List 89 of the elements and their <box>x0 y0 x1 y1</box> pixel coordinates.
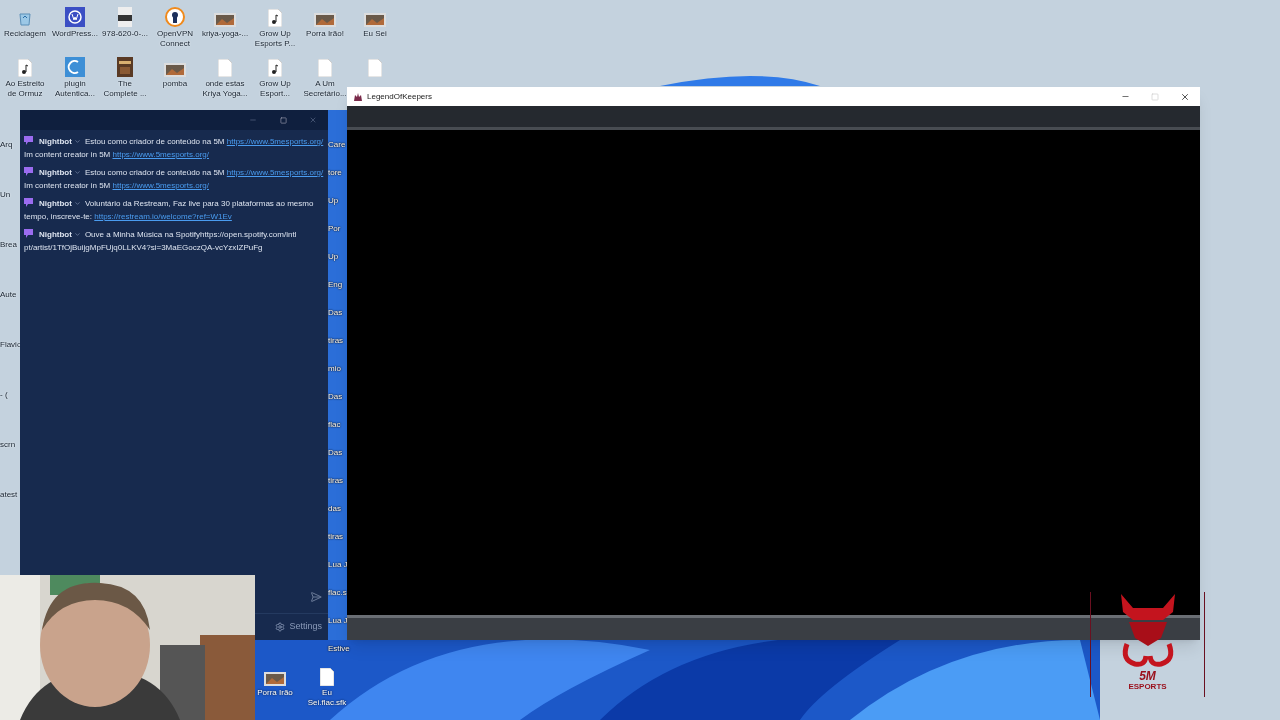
icon-label: tore <box>328 168 342 178</box>
icon-label: das <box>328 504 341 514</box>
chevron-down-icon <box>73 138 81 146</box>
icon-label: Arq <box>0 140 13 150</box>
icon-label: Das <box>328 392 343 402</box>
icon-label: Aute <box>0 290 17 300</box>
link[interactable]: https://www.5mesports.org/ <box>226 168 324 177</box>
icon-label[interactable]: onde estas Kriya Yoga... <box>200 79 250 99</box>
send-button[interactable] <box>310 590 322 603</box>
icon-label[interactable]: kriya-yoga-... <box>201 29 249 39</box>
document-icon <box>218 59 232 77</box>
icon-label[interactable]: WordPress... <box>51 29 99 39</box>
minimize-icon <box>249 116 257 124</box>
link[interactable]: https://www.5mesports.org/ <box>226 137 324 146</box>
maximize-icon <box>1151 92 1159 101</box>
vpn-icon <box>165 7 185 27</box>
logo-subtitle: ESPORTS <box>1128 682 1167 693</box>
icon-label[interactable]: OpenVPN Connect <box>150 29 200 49</box>
icon-label[interactable]: Reciclagem <box>4 29 46 39</box>
chevron-down-icon <box>73 200 81 208</box>
link[interactable]: https://www.5mesports.org/ <box>112 149 209 159</box>
chat-message: Nightbot Voluntário da Restream, Faz live para 30 plataformas ao mesmo tempo, inscreve-te: https://restream.io/welcome?ref=W1Ev <box>24 198 315 223</box>
link[interactable]: https://www.5mesports.org/ <box>112 180 209 190</box>
icon-label[interactable]: Porra Irão! <box>306 29 344 39</box>
app-icon <box>65 57 85 77</box>
photo-file-icon <box>314 13 336 27</box>
icon-label: tiras <box>328 476 344 486</box>
audio-file-icon <box>268 9 282 27</box>
icon-label[interactable]: Grow Up Esport... <box>250 79 300 99</box>
icon-label: Lua J <box>328 560 348 570</box>
audio-file-icon <box>268 59 282 77</box>
icon-label: Up <box>328 252 339 262</box>
icon-label[interactable]: Grow Up Esports P... <box>250 29 300 49</box>
icon-label[interactable]: Eu Sei <box>363 29 387 39</box>
icon-label: Up <box>328 196 339 206</box>
icon-label: atest <box>0 490 18 500</box>
icon-label: flac.s <box>328 588 347 598</box>
icon-label: Flavio <box>0 340 22 350</box>
link[interactable]: https://restream.io/welcome?ref=W1Ev <box>94 211 232 221</box>
icon-label: Por <box>328 224 341 234</box>
icon-label: mio <box>328 364 341 374</box>
icon-label: Care <box>328 140 346 150</box>
icon-label[interactable]: The Complete ... <box>100 79 150 99</box>
logo-title: 5M <box>1139 670 1156 682</box>
close-icon <box>1180 91 1190 102</box>
photo-file-icon <box>164 63 186 77</box>
bot-icon <box>24 229 33 238</box>
chat-message: Nightbot Estou como criador de conteúdo na 5M https://www.5mesports.org/ Im content creator in 5M https://www.5mesports.org/ <box>24 167 324 192</box>
icon-label: scrn <box>0 440 16 450</box>
icon-label: tiras <box>328 336 344 346</box>
icon-label: - ( <box>0 390 8 400</box>
maximize-icon <box>279 116 287 124</box>
icon-label[interactable]: Ao Estreito de Ormuz <box>0 79 50 99</box>
book-cover-icon <box>117 57 133 77</box>
chat-message: Nightbot Estou como criador de conteúdo na 5M https://www.5mesports.org/ Im content creator in 5M https://www.5mesports.org/ <box>24 136 324 161</box>
icon-label: Brea <box>0 240 17 250</box>
photo-file-icon <box>214 13 236 27</box>
photo-file-icon <box>264 672 286 686</box>
icon-label[interactable]: Eu Sei.flac.sfk <box>302 688 352 708</box>
document-icon <box>320 668 334 686</box>
icon-label: Eng <box>328 280 343 290</box>
icon-label: Estive <box>328 644 350 654</box>
icon-label[interactable]: A Um Secretário... <box>300 79 350 99</box>
window-title: LegendOfKeepers <box>367 90 432 103</box>
image-file-icon <box>118 7 132 27</box>
icon-label: Lua J <box>328 616 348 626</box>
settings-button[interactable]: Settings <box>275 620 322 634</box>
chevron-down-icon <box>73 169 81 177</box>
photo-file-icon <box>364 13 386 27</box>
icon-label: tiras <box>328 532 344 542</box>
icon-label: flac <box>328 420 341 430</box>
document-icon <box>368 59 382 77</box>
bot-icon <box>24 167 33 176</box>
settings-icon <box>275 622 286 632</box>
icon-label[interactable]: plugin Autentica... <box>50 79 100 99</box>
icon-label: Das <box>328 308 343 318</box>
audio-file-icon <box>18 59 32 77</box>
icon-label: Das <box>328 448 343 458</box>
close-icon <box>309 116 317 124</box>
bot-icon <box>24 136 33 145</box>
icon-label: Un <box>0 190 11 200</box>
icon-label[interactable]: pomba <box>162 79 188 89</box>
send-icon <box>310 590 322 603</box>
icon-label[interactable]: 978-620-0-... <box>102 29 148 39</box>
chevron-down-icon <box>73 231 81 239</box>
document-icon <box>318 59 332 77</box>
chat-message: Nightbot Ouve a Minha Música na Spotifyhttps://open.spotify.com/intl pt/artist/1TfOjBuijgMpFUjq0LLKV4?si=3MaEGoczQA-vcYzxIZPuFg <box>24 229 298 254</box>
bot-icon <box>24 198 33 207</box>
icon-label[interactable]: Porra Irão <box>257 688 293 698</box>
